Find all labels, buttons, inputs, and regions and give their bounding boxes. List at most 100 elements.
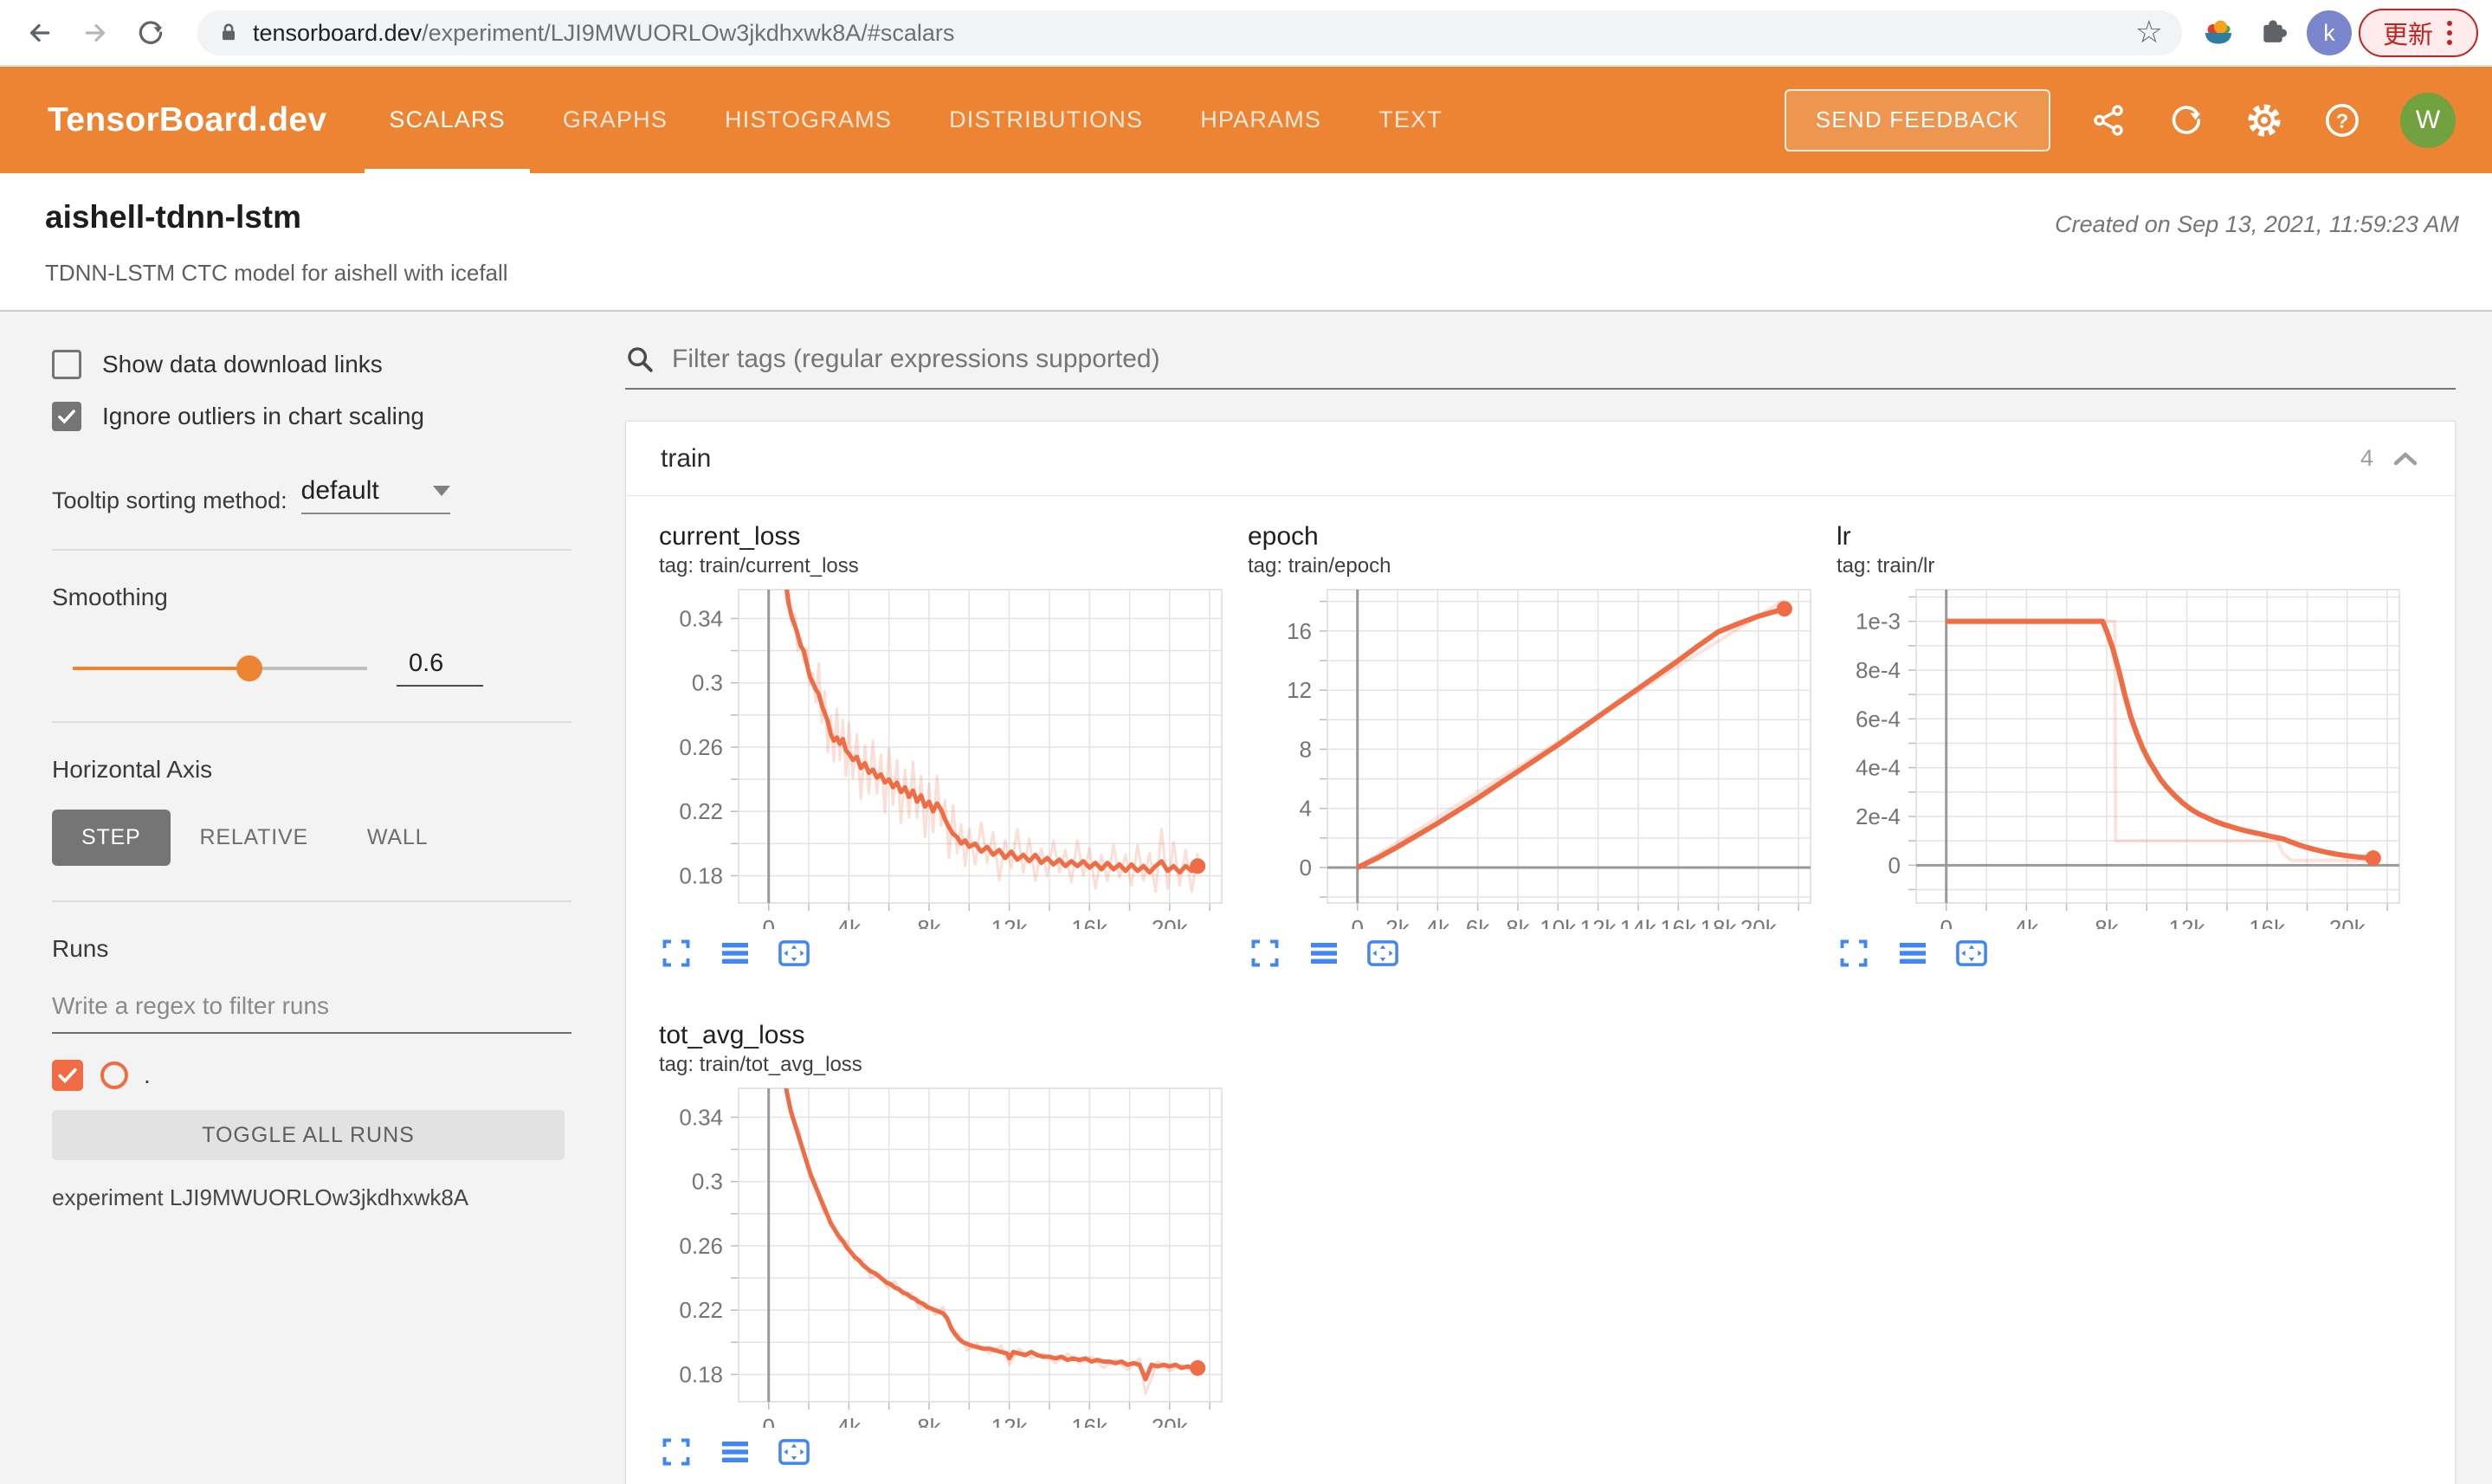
main-content: train 4 current_loss tag: train/current_… xyxy=(571,313,2492,1484)
svg-text:4e-4: 4e-4 xyxy=(1856,755,1901,781)
show-download-label: Show data download links xyxy=(102,351,383,377)
svg-text:4k: 4k xyxy=(837,1414,862,1428)
svg-text:12k: 12k xyxy=(1580,915,1617,929)
chevron-up-icon[interactable] xyxy=(2391,448,2420,469)
svg-text:0: 0 xyxy=(1940,915,1952,929)
browser-profile-avatar[interactable]: k xyxy=(2307,10,2352,55)
chart-title: epoch xyxy=(1248,522,1319,551)
svg-text:2k: 2k xyxy=(1385,915,1410,929)
share-icon[interactable] xyxy=(2089,100,2128,140)
svg-text:0.22: 0.22 xyxy=(679,798,723,824)
extensions-puzzle-icon[interactable] xyxy=(2256,16,2289,53)
experiment-titlebar: aishell-tdnn-lstm TDNN-LSTM CTC model fo… xyxy=(0,173,2492,312)
line-chart-epoch[interactable]: 0 2k 4k 6k 8k 10k 12k 14k 16k 18k 20k 0 4 8 12 16 xyxy=(1248,583,1819,929)
svg-text:4: 4 xyxy=(1300,796,1312,822)
group-header[interactable]: train 4 xyxy=(626,422,2455,496)
axis-relative-button[interactable]: RELATIVE xyxy=(171,810,338,866)
svg-text:12k: 12k xyxy=(991,1414,1029,1428)
search-icon xyxy=(628,347,653,372)
chart-title: lr xyxy=(1837,522,1851,551)
toggle-all-runs-button[interactable]: TOGGLE ALL RUNS xyxy=(52,1110,565,1160)
smoothing-value-input[interactable]: 0.6 xyxy=(397,649,483,687)
chart-epoch: epoch tag: train/epoch 0 2k 4k 6k 8k 10k 12k 14… xyxy=(1248,520,1837,971)
fit-domain-icon[interactable] xyxy=(777,1435,811,1469)
chart-tag: tag: train/current_loss xyxy=(659,554,859,577)
refresh-data-icon[interactable] xyxy=(2166,100,2206,140)
tab-distributions[interactable]: DISTRIBUTIONS xyxy=(949,67,1143,173)
horizontal-axis-label: Horizontal Axis xyxy=(52,756,213,783)
slider-thumb[interactable] xyxy=(236,655,262,681)
back-icon[interactable] xyxy=(17,12,59,54)
settings-gear-icon[interactable] xyxy=(2244,100,2284,140)
url-bar[interactable]: tensorboard.dev/experiment/LJI9MWUORLOw3… xyxy=(197,10,2182,55)
chart-title: current_loss xyxy=(659,522,801,551)
line-chart-current-loss[interactable]: 0 4k 8k 12k 16k 20k 0.18 0.22 0.26 0.3 0.34 xyxy=(659,583,1230,929)
axis-step-button[interactable]: STEP xyxy=(52,810,171,866)
line-chart-tot-avg-loss[interactable]: 0 4k 8k 12k 16k 20k 0.18 0.22 0.26 0.3 0.34 xyxy=(659,1081,1230,1428)
charts-grid: current_loss tag: train/current_loss 0 4k… xyxy=(626,496,2455,1469)
runs-regex-input[interactable] xyxy=(52,992,571,1034)
axis-wall-button[interactable]: WALL xyxy=(338,810,457,866)
tab-text[interactable]: TEXT xyxy=(1378,67,1443,173)
sidebar-divider xyxy=(52,900,571,902)
svg-text:0.3: 0.3 xyxy=(692,670,723,696)
filter-tags-input[interactable] xyxy=(672,345,2456,374)
fit-domain-icon[interactable] xyxy=(777,936,811,971)
extension-fruit-icon[interactable] xyxy=(2201,16,2236,55)
tab-histograms[interactable]: HISTOGRAMS xyxy=(725,67,892,173)
help-icon[interactable]: ? xyxy=(2322,100,2362,140)
horizontal-bars-icon[interactable] xyxy=(718,1435,752,1469)
forward-icon[interactable] xyxy=(76,12,118,54)
svg-text:12k: 12k xyxy=(2169,915,2206,929)
chart-tag: tag: train/tot_avg_loss xyxy=(659,1053,862,1076)
svg-text:0.18: 0.18 xyxy=(679,1361,723,1387)
svg-text:8k: 8k xyxy=(1506,915,1530,929)
axis-button-group: STEP RELATIVE WALL xyxy=(52,810,571,866)
svg-text:20k: 20k xyxy=(1152,915,1189,929)
fullscreen-icon[interactable] xyxy=(1248,936,1282,971)
chart-tot-avg-loss: tot_avg_loss tag: train/tot_avg_loss 0 4k… xyxy=(659,1019,1248,1469)
run-color-swatch[interactable] xyxy=(100,1061,128,1089)
svg-text:0.26: 0.26 xyxy=(679,734,723,760)
fullscreen-icon[interactable] xyxy=(659,936,694,971)
chart-title: tot_avg_loss xyxy=(659,1021,805,1049)
horizontal-bars-icon[interactable] xyxy=(1307,936,1341,971)
tooltip-sorting-select[interactable]: default xyxy=(300,476,450,514)
svg-text:0.22: 0.22 xyxy=(679,1297,723,1323)
svg-text:18k: 18k xyxy=(1701,915,1738,929)
tab-scalars[interactable]: SCALARS xyxy=(365,67,531,173)
svg-text:12k: 12k xyxy=(991,915,1029,929)
reload-icon[interactable] xyxy=(130,12,171,54)
svg-text:0: 0 xyxy=(1888,852,1901,878)
fit-domain-icon[interactable] xyxy=(1365,936,1400,971)
fullscreen-icon[interactable] xyxy=(1837,936,1871,971)
svg-text:20k: 20k xyxy=(1740,915,1778,929)
check-icon xyxy=(58,410,75,424)
fit-domain-icon[interactable] xyxy=(1954,936,1989,971)
tooltip-sorting-value: default xyxy=(300,476,379,505)
fullscreen-icon[interactable] xyxy=(659,1435,694,1469)
horizontal-bars-icon[interactable] xyxy=(718,936,752,971)
svg-text:12: 12 xyxy=(1287,677,1312,703)
show-download-checkbox[interactable] xyxy=(52,350,81,379)
send-feedback-button[interactable]: SEND FEEDBACK xyxy=(1784,88,2050,152)
run-checkbox[interactable] xyxy=(52,1060,83,1091)
line-chart-lr[interactable]: 0 4k 8k 12k 16k 20k 0 2e-4 4e-4 6e-4 8e-4 1e-3 xyxy=(1837,583,2408,929)
svg-text:4k: 4k xyxy=(837,915,862,929)
kebab-menu-icon[interactable] xyxy=(2445,19,2454,47)
ignore-outliers-checkbox[interactable] xyxy=(52,402,81,431)
tab-graphs[interactable]: GRAPHS xyxy=(563,67,668,173)
smoothing-slider[interactable] xyxy=(73,655,367,681)
horizontal-bars-icon[interactable] xyxy=(1895,936,1930,971)
chrome-update-button[interactable]: 更新 xyxy=(2359,9,2478,57)
bookmark-star-icon[interactable]: ☆ xyxy=(2135,17,2163,48)
brand-logo[interactable]: TensorBoard.dev xyxy=(48,101,326,139)
sidebar-divider xyxy=(52,721,571,723)
user-avatar[interactable]: W xyxy=(2400,92,2456,148)
chart-current-loss: current_loss tag: train/current_loss 0 4k… xyxy=(659,520,1248,971)
app-header: TensorBoard.dev SCALARS GRAPHS HISTOGRAM… xyxy=(0,67,2492,173)
svg-text:16: 16 xyxy=(1287,618,1312,644)
svg-text:0: 0 xyxy=(1351,915,1363,929)
tab-hparams[interactable]: HPARAMS xyxy=(1200,67,1321,173)
experiment-description: TDNN-LSTM CTC model for aishell with ice… xyxy=(45,260,508,286)
